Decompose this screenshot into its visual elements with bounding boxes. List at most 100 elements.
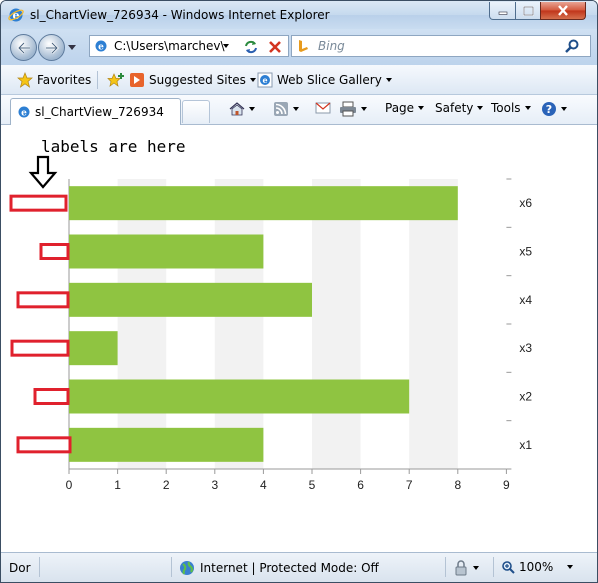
protected-mode-button[interactable] bbox=[453, 560, 479, 576]
close-button[interactable] bbox=[540, 2, 586, 20]
back-button[interactable] bbox=[10, 34, 37, 61]
web-slice-gallery-link[interactable]: e Web Slice Gallery bbox=[257, 72, 392, 88]
x-tick-label: 9 bbox=[503, 478, 510, 492]
ie-page-icon: e bbox=[18, 106, 30, 119]
close-icon bbox=[558, 5, 568, 16]
window-title: sl_ChartView_726934 - Windows Internet E… bbox=[30, 8, 330, 22]
web-slice-dropdown-icon[interactable] bbox=[385, 78, 392, 82]
label-highlight-box bbox=[10, 339, 70, 357]
search-input[interactable]: Bing bbox=[318, 39, 345, 53]
x-tick-label: 3 bbox=[211, 478, 218, 492]
safety-menu[interactable]: Safety bbox=[435, 101, 484, 115]
bar-chart: 0 1 2 3 4 5 6 7 8 9 x1 x2 x3 x4 x5 x6 bbox=[9, 155, 532, 492]
favorites-label: Favorites bbox=[37, 73, 92, 87]
maximize-button[interactable] bbox=[515, 2, 541, 20]
back-arrow-icon bbox=[16, 41, 30, 54]
suggested-sites-dropdown-icon[interactable] bbox=[249, 78, 256, 82]
label-highlight-box bbox=[16, 291, 70, 309]
security-zone[interactable]: Internet | Protected Mode: Off bbox=[179, 560, 379, 576]
search-bar[interactable]: Bing bbox=[291, 35, 591, 57]
zoom-icon bbox=[502, 561, 515, 574]
x-tick-label: 1 bbox=[114, 478, 121, 492]
down-arrow-icon bbox=[28, 155, 58, 189]
refresh-button[interactable] bbox=[241, 38, 261, 56]
print-icon bbox=[340, 101, 356, 117]
svg-text:e: e bbox=[98, 43, 104, 53]
recent-pages-dropdown-icon[interactable] bbox=[67, 42, 77, 52]
favorites-separator bbox=[97, 71, 98, 89]
suggested-sites-label: Suggested Sites bbox=[149, 73, 246, 87]
favorites-bar: Favorites Suggested Sites e Web Slice Ga… bbox=[1, 65, 597, 95]
svg-text:e: e bbox=[21, 109, 27, 119]
title-bar[interactable]: e sl_ChartView_726934 - Windows Internet… bbox=[1, 1, 597, 29]
grid-stripe bbox=[312, 179, 361, 469]
chart-bar bbox=[69, 331, 118, 366]
home-icon bbox=[229, 102, 245, 116]
chart-bar bbox=[69, 234, 264, 269]
tab-label: sl_ChartView_726934 bbox=[35, 105, 164, 119]
forward-arrow-icon bbox=[45, 41, 59, 54]
zoom-dropdown-icon[interactable] bbox=[567, 565, 574, 569]
protected-mode-dropdown-icon[interactable] bbox=[473, 566, 479, 570]
address-input[interactable]: C:\Users\marchev\ bbox=[114, 39, 225, 53]
suggested-sites-link[interactable]: Suggested Sites bbox=[107, 72, 256, 88]
security-zone-label: Internet | Protected Mode: Off bbox=[200, 561, 379, 575]
stop-button[interactable] bbox=[265, 38, 285, 56]
category-label: x6 bbox=[519, 196, 532, 210]
grid-stripe bbox=[409, 179, 458, 469]
stop-icon bbox=[269, 41, 281, 53]
page-menu[interactable]: Page bbox=[385, 101, 425, 115]
zoom-control[interactable]: 100% bbox=[501, 560, 574, 574]
feeds-button[interactable] bbox=[273, 101, 299, 117]
label-highlight-box bbox=[16, 436, 72, 454]
globe-icon bbox=[180, 561, 194, 575]
ie-icon: e bbox=[8, 8, 24, 22]
x-tick-label: 0 bbox=[66, 478, 73, 492]
suggested-sites-icon bbox=[130, 73, 144, 87]
safety-menu-label: Safety bbox=[435, 101, 474, 115]
grid-stripe bbox=[214, 179, 264, 469]
x-tick-label: 4 bbox=[260, 478, 267, 492]
label-highlight-box bbox=[33, 388, 70, 405]
category-label: x2 bbox=[519, 390, 532, 404]
chart-bar bbox=[69, 186, 458, 221]
read-mail-button[interactable] bbox=[315, 101, 331, 115]
home-button[interactable] bbox=[229, 101, 255, 117]
category-label: x1 bbox=[519, 438, 532, 452]
browser-window: e sl_ChartView_726934 - Windows Internet… bbox=[0, 0, 598, 583]
address-toolbar: e C:\Users\marchev\ Bing bbox=[1, 29, 597, 65]
chart-bar bbox=[69, 379, 410, 414]
minimize-button[interactable] bbox=[489, 2, 516, 20]
status-separator bbox=[39, 557, 40, 577]
tab-bar: e sl_ChartView_726934 Page Safety Tools … bbox=[1, 95, 597, 125]
page-content: 0 1 2 3 4 5 6 7 8 9 x1 x2 x3 x4 x5 x6 labels are here bbox=[1, 125, 597, 552]
favorites-button[interactable]: Favorites bbox=[17, 72, 91, 88]
home-dropdown-icon[interactable] bbox=[249, 107, 255, 111]
grid-stripe bbox=[117, 179, 167, 469]
tools-menu[interactable]: Tools bbox=[491, 101, 531, 115]
help-button[interactable]: ? bbox=[541, 101, 567, 117]
page-menu-label: Page bbox=[385, 101, 415, 115]
print-dropdown-icon[interactable] bbox=[361, 107, 367, 111]
ie-page-icon: e bbox=[257, 72, 273, 88]
ie-page-icon: e bbox=[95, 40, 107, 53]
lock-icon bbox=[455, 560, 467, 576]
zoom-level: 100% bbox=[519, 560, 554, 574]
help-dropdown-icon[interactable] bbox=[561, 107, 567, 111]
label-highlight-box bbox=[39, 243, 70, 260]
status-text: Dor bbox=[9, 561, 31, 575]
annotation-text: labels are here bbox=[41, 137, 186, 156]
print-button[interactable] bbox=[339, 101, 367, 117]
new-tab-button[interactable] bbox=[182, 100, 210, 123]
feeds-dropdown-icon[interactable] bbox=[293, 107, 299, 111]
minimize-icon bbox=[498, 11, 507, 15]
chart-bar bbox=[69, 282, 312, 317]
forward-button[interactable] bbox=[38, 34, 65, 61]
x-tick-label: 8 bbox=[454, 478, 461, 492]
status-separator bbox=[445, 557, 446, 577]
tab-active[interactable]: e sl_ChartView_726934 bbox=[10, 98, 181, 125]
search-icon[interactable] bbox=[564, 38, 580, 54]
svg-text:e: e bbox=[262, 75, 267, 85]
tools-menu-label: Tools bbox=[491, 101, 521, 115]
address-dropdown-icon[interactable] bbox=[223, 44, 229, 48]
